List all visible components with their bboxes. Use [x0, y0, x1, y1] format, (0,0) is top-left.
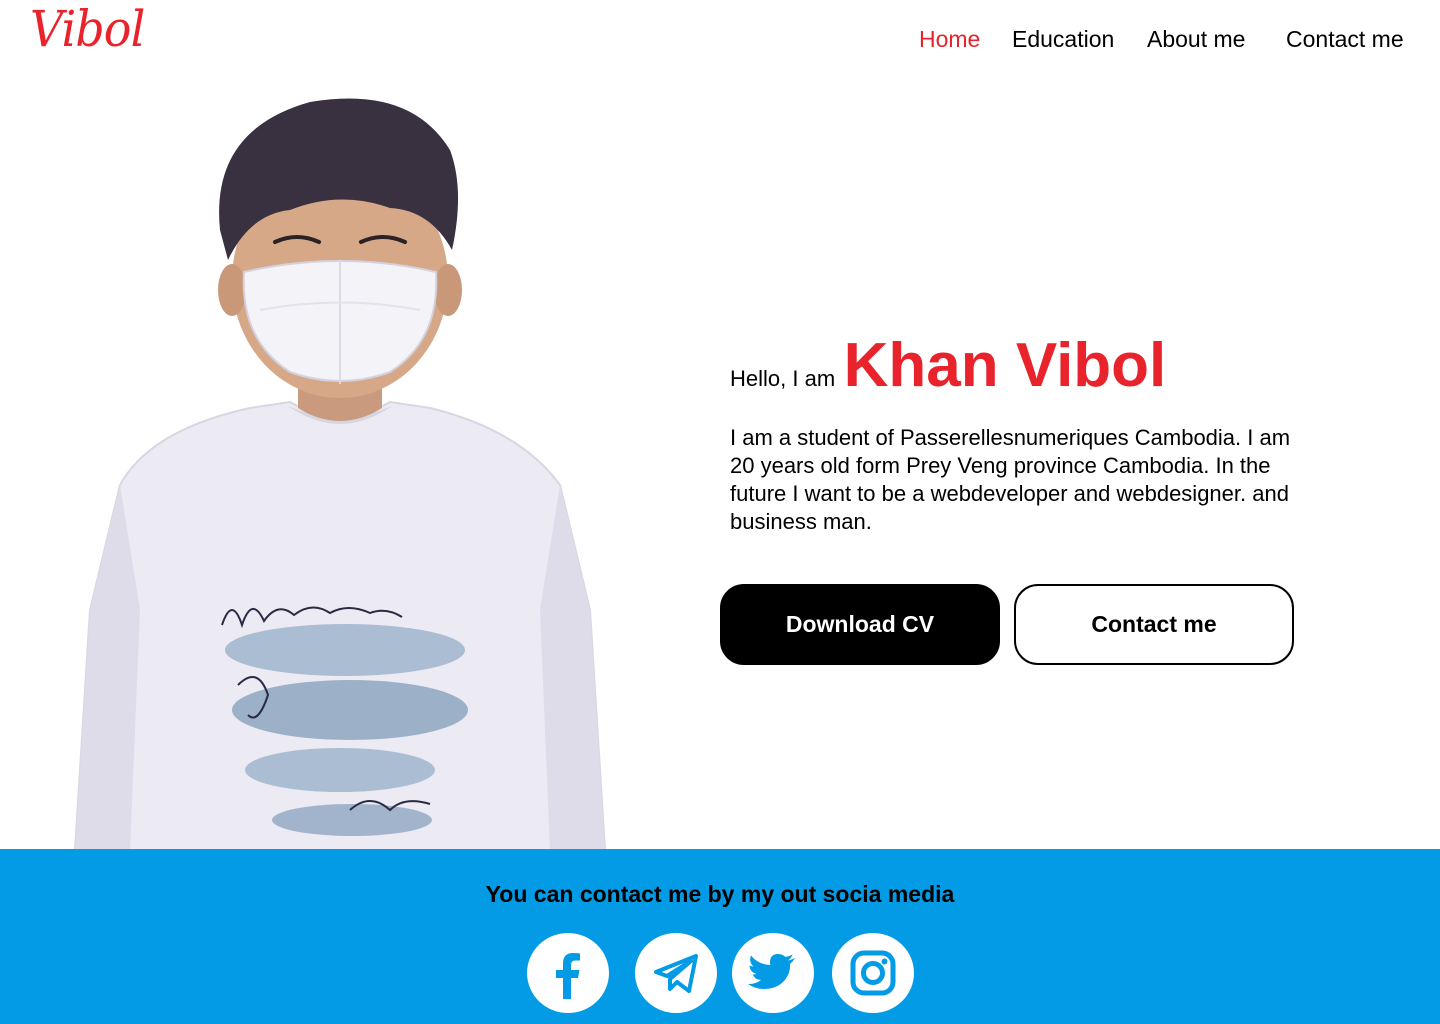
telegram-link[interactable] — [635, 933, 717, 1013]
instagram-link[interactable] — [832, 933, 914, 1013]
contact-me-button[interactable]: Contact me — [1014, 584, 1294, 665]
nav-home-link[interactable]: Home — [919, 26, 980, 53]
instagram-icon — [850, 950, 896, 996]
hero-bio: I am a student of Passerellesnumeriques … — [730, 425, 1291, 534]
twitter-link[interactable] — [732, 933, 814, 1013]
nav-about-link[interactable]: About me — [1147, 26, 1245, 53]
portfolio-page: Vibol Home Education About me Contact me — [0, 0, 1440, 1024]
telegram-icon — [654, 954, 698, 993]
hero-name: Khan Vibol — [843, 331, 1167, 400]
nav-contact-link[interactable]: Contact me — [1286, 26, 1404, 53]
facebook-icon — [556, 953, 580, 999]
hero-heading: Hello, I am Khan Vibol — [730, 330, 1166, 401]
hero-greeting: Hello, I am — [730, 366, 836, 391]
facebook-link[interactable] — [527, 933, 609, 1013]
twitter-icon — [748, 954, 795, 989]
nav-education-link[interactable]: Education — [1012, 26, 1114, 53]
main-nav: Home Education About me Contact me — [0, 26, 1440, 58]
footer-text: You can contact me by my out socia media — [485, 881, 955, 907]
portrait-photo — [73, 98, 607, 850]
footer: You can contact me by my out socia media — [0, 849, 1440, 1024]
download-cv-button[interactable]: Download CV — [720, 584, 1000, 665]
